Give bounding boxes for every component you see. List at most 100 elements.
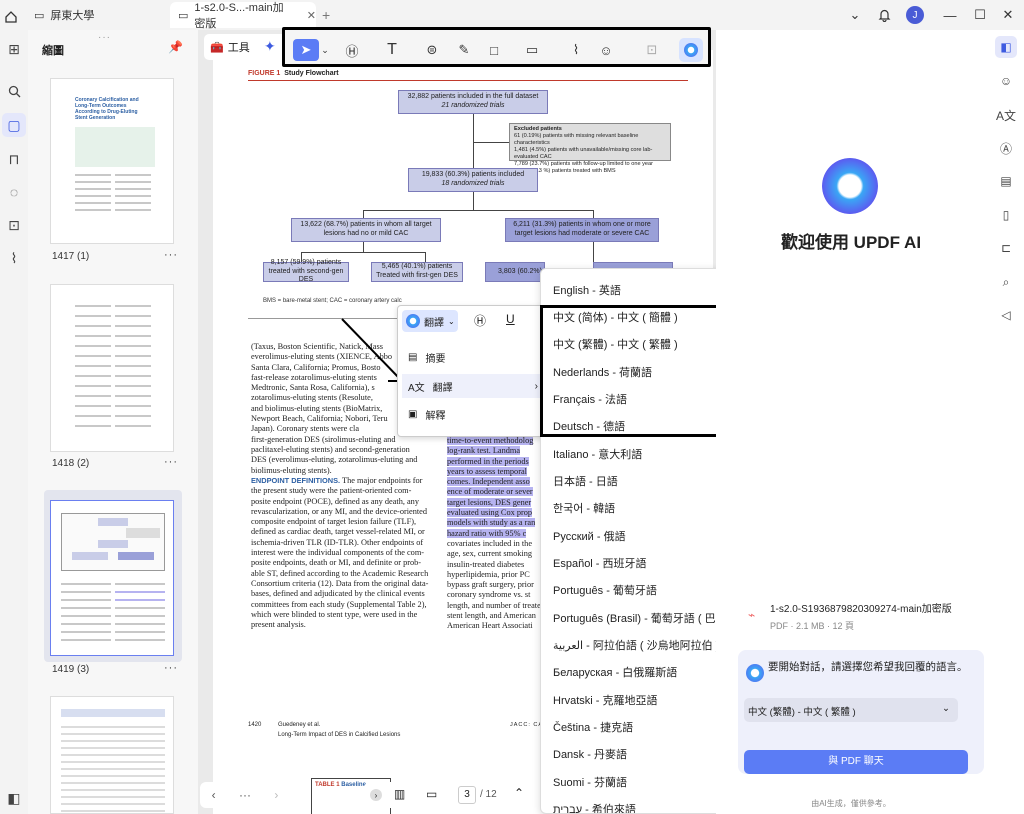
language-option[interactable]: Dansk - 丹麥語	[553, 746, 627, 762]
menu-item-summary[interactable]: ▤ 摘要	[402, 346, 542, 368]
prev-page-icon[interactable]: ⌃	[514, 786, 524, 800]
pin-icon[interactable]: 📌	[168, 40, 183, 54]
menu-item-explain[interactable]: ▣ 解釋	[402, 403, 542, 425]
language-option[interactable]: العربية - 阿拉伯語 ( 沙烏地阿拉伯 )	[553, 637, 719, 653]
tab-active[interactable]: ▭ 1-s2.0-S...-main加密版 ✕	[170, 2, 316, 30]
language-select[interactable]: 中文 (繁體) - 中文 ( 繁體 ) ⌄	[744, 698, 958, 722]
bookmark-icon[interactable]: ⊓	[2, 147, 26, 171]
language-option[interactable]: Português (Brasil) - 葡萄牙語 ( 巴西 )	[553, 610, 733, 626]
language-option[interactable]: Hrvatski - 克羅地亞語	[553, 692, 658, 708]
menu-item-translate[interactable]: A文 翻譯 ›	[402, 374, 546, 398]
language-option[interactable]: Беларуская - 白俄羅斯語	[553, 664, 677, 680]
maximize-icon[interactable]: ☐	[970, 6, 990, 24]
box-no-mild-cac: 13,622 (68.7%) patients in whom all targ…	[291, 218, 441, 242]
ai-sparkle-icon[interactable]: ✦	[264, 38, 276, 55]
text-box-icon[interactable]: ⊜	[421, 39, 443, 61]
panel-title: 縮圖	[42, 45, 64, 57]
underline-icon[interactable]: U	[506, 312, 515, 326]
title-bar: ▭ 屏東大學 ▭ 1-s2.0-S...-main加密版 ✕ + ⌄ J — ☐…	[0, 0, 1024, 30]
sticker-icon[interactable]: ☺	[595, 39, 617, 61]
page-menu-icon[interactable]: ···	[164, 249, 178, 261]
language-option[interactable]: Čeština - 捷克語	[553, 719, 633, 735]
page-thumbnail-4[interactable]	[50, 696, 174, 814]
comment-icon[interactable]: ◌	[2, 180, 26, 204]
more-icon[interactable]: ···	[239, 788, 251, 802]
minimize-icon[interactable]: —	[940, 6, 960, 24]
translate-button[interactable]: 翻譯 ⌄	[402, 310, 458, 332]
ai-assistant-icon[interactable]	[679, 38, 703, 62]
welcome-title: 歡迎使用 UPDF AI	[780, 233, 922, 252]
language-option[interactable]: 日本語 - 日語	[553, 473, 618, 489]
language-option[interactable]: Suomi - 芬蘭語	[553, 774, 627, 790]
chevron-down-icon[interactable]: ⌄	[321, 39, 329, 61]
stamp-tool-icon[interactable]: ⊡	[641, 39, 663, 61]
expand-icon[interactable]: ›	[370, 789, 382, 801]
page-menu-icon[interactable]: ···	[164, 456, 178, 468]
close-window-icon[interactable]: ✕	[998, 6, 1018, 24]
language-option[interactable]: Русский - 俄語	[553, 528, 626, 544]
book-icon[interactable]: ▯	[995, 204, 1017, 226]
translate-icon[interactable]: A文	[995, 104, 1017, 126]
stamp-icon[interactable]: ⊡	[2, 213, 26, 237]
page-thumbnail-3[interactable]	[50, 500, 174, 656]
page-thumbnail-2[interactable]	[50, 284, 174, 452]
highlight-tool-icon[interactable]: Ⓗ	[341, 39, 363, 61]
back-icon[interactable]: ‹	[212, 788, 216, 802]
page-nav: › ▥ ▭ 3 / 12 ⌃	[364, 782, 540, 808]
reader-mode-icon[interactable]: ▥	[394, 787, 405, 801]
forward-icon[interactable]: ›	[274, 788, 278, 802]
language-option[interactable]: English - 英語	[553, 282, 621, 298]
presentation-icon[interactable]: ▭	[426, 787, 437, 801]
pencil-icon[interactable]: ✎	[453, 39, 475, 61]
ocr-icon[interactable]: Ⓐ	[995, 137, 1017, 159]
layers-icon[interactable]: ◧	[2, 786, 26, 810]
box-first-gen: 5,465 (40.1%) patients Treated with firs…	[371, 262, 463, 282]
body-text-right: covariates included in the age, sex, cur…	[447, 539, 547, 631]
megaphone-icon[interactable]: ◁	[995, 304, 1017, 326]
thumbnails-icon[interactable]: ▢	[2, 113, 26, 137]
attach-icon[interactable]: ⌇	[565, 39, 587, 61]
box-included: 19,833 (60.3%) patients included 18 rando…	[408, 168, 538, 192]
abstract-box	[75, 127, 155, 167]
selection-popup: 翻譯 ⌄ Ⓗ U ▤ 摘要 A文 翻譯 › ▣ 解釋	[397, 305, 547, 437]
home-icon[interactable]	[4, 6, 24, 28]
close-tab-icon[interactable]: ✕	[307, 9, 316, 22]
language-option[interactable]: 한국어 - 韓語	[553, 500, 615, 516]
shape-tool-icon[interactable]: □	[483, 39, 505, 61]
search-doc-icon[interactable]: ⌕	[995, 271, 1017, 293]
drag-handle[interactable]: ···	[98, 32, 111, 43]
measure-tool-icon[interactable]: ▭	[521, 39, 543, 61]
toolbox-icon: 🧰	[210, 41, 224, 54]
text-tool-icon[interactable]: T	[381, 39, 403, 61]
search-icon[interactable]	[2, 79, 26, 103]
chevron-down-icon[interactable]: ⌄	[845, 6, 865, 24]
page-thumbnail-1[interactable]: Coronary Calcification and Long-Term Out…	[50, 78, 174, 244]
language-option[interactable]: Italiano - 意大利語	[553, 446, 642, 462]
emoji-icon[interactable]: ☺	[995, 70, 1017, 92]
ai-icon	[406, 314, 420, 328]
tab-pingtung[interactable]: ▭ 屏東大學	[34, 4, 154, 26]
highlight-icon[interactable]: Ⓗ	[474, 312, 486, 329]
box-full-dataset: 32,882 patients included in the full dat…	[398, 90, 548, 114]
apps-grid-icon[interactable]: ⊞	[2, 37, 26, 61]
language-option[interactable]: Português - 葡萄牙語	[553, 582, 657, 598]
tools-bar: 🧰 工具 ✦	[204, 34, 290, 60]
avatar[interactable]: J	[906, 6, 924, 24]
new-tab-icon[interactable]: +	[322, 4, 330, 26]
box-mod-second-gen: 3,803 (60.2%) patients treated with seco…	[485, 262, 545, 282]
select-tool-icon[interactable]: ➤	[293, 39, 319, 61]
folder-icon[interactable]: ⊏	[995, 237, 1017, 259]
attachment-icon[interactable]: ⌇	[2, 246, 26, 270]
tools-button[interactable]: 🧰 工具	[210, 39, 250, 55]
page-menu-icon[interactable]: ···	[164, 662, 178, 674]
language-option[interactable]: Español - 西班牙語	[553, 555, 647, 571]
page-number-input[interactable]: 3	[458, 786, 476, 804]
language-option[interactable]: עברית - 希伯來語	[553, 801, 636, 813]
flowchart-mini	[61, 513, 165, 571]
chat-with-pdf-button[interactable]: 與 PDF 聊天	[744, 750, 968, 774]
ai-chat-icon[interactable]: ◧	[995, 36, 1017, 58]
chevron-down-icon: ⌄	[942, 703, 950, 714]
bell-icon[interactable]	[874, 6, 894, 24]
form-icon[interactable]: ▤	[995, 170, 1017, 192]
annotation-box	[540, 305, 743, 437]
